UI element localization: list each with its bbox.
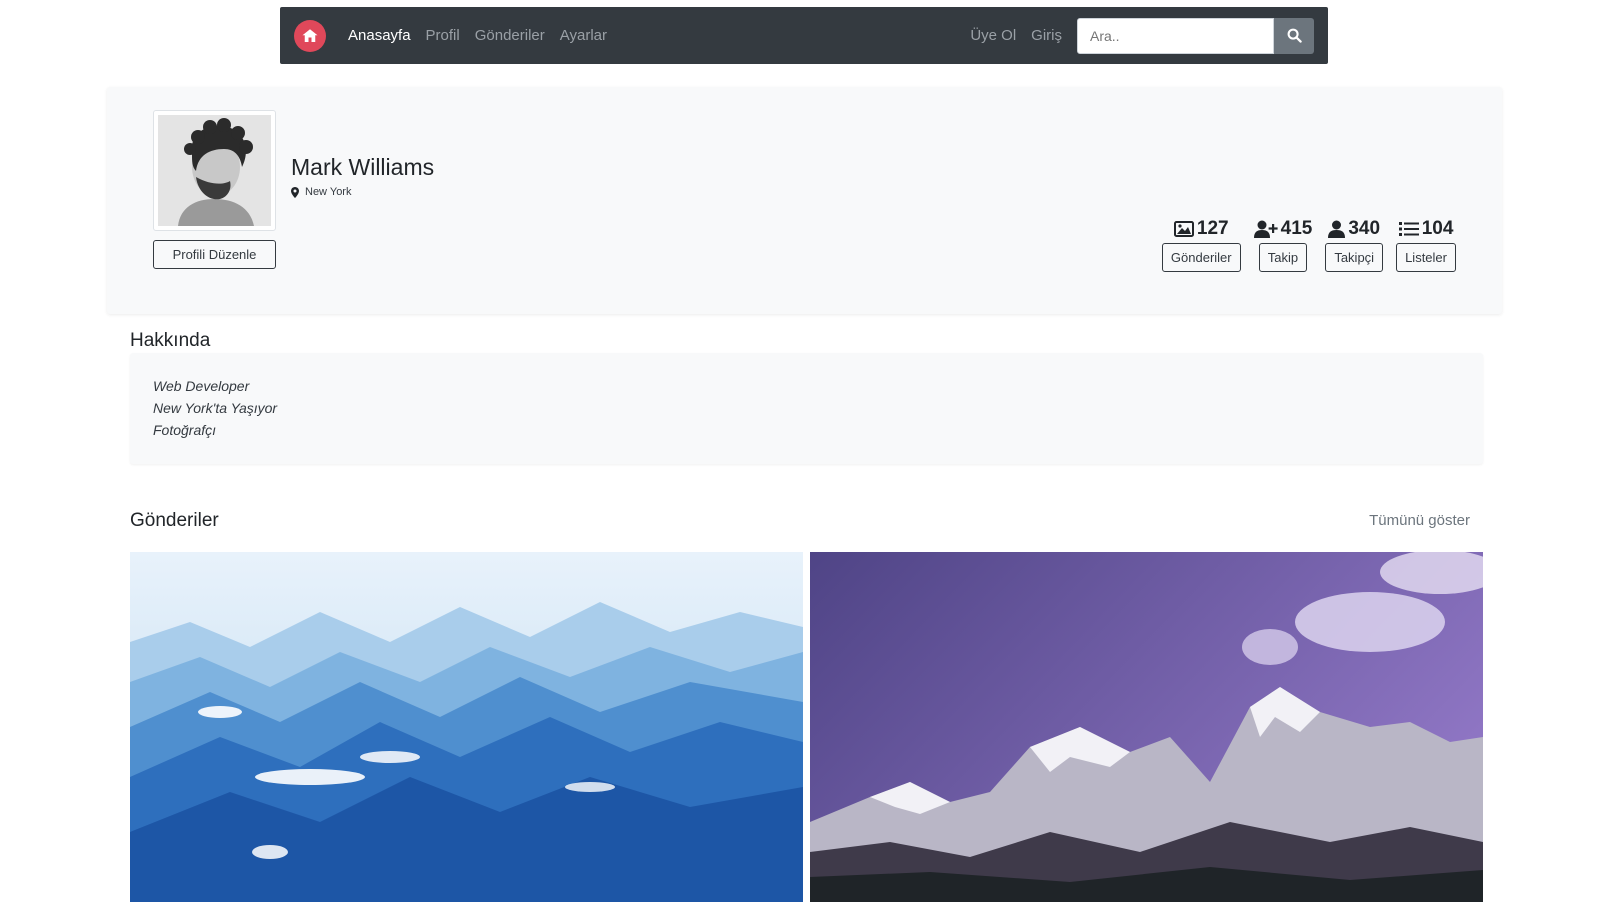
- stat-posts: 127 Gönderiler: [1161, 218, 1241, 272]
- nav-link-profile[interactable]: Profil: [426, 27, 460, 44]
- nav-link-settings[interactable]: Ayarlar: [560, 27, 607, 44]
- location-label: New York: [305, 186, 352, 198]
- profile-stats: 127 Gönderiler 415 Takip 340 Takipçi 104…: [1161, 218, 1456, 272]
- profile-location: New York: [291, 186, 351, 198]
- nav-link-posts[interactable]: Gönderiler: [475, 27, 545, 44]
- stat-followers: 340 Takipçi: [1325, 218, 1384, 272]
- stat-lists-button[interactable]: Listeler: [1396, 243, 1456, 272]
- edit-profile-button[interactable]: Profili Düzenle: [153, 240, 276, 269]
- search-icon: [1287, 28, 1302, 43]
- home-logo-icon[interactable]: [294, 19, 326, 52]
- post-image-blue-mountains[interactable]: [130, 552, 803, 902]
- top-navbar: Anasayfa Profil Gönderiler Ayarlar Üye O…: [280, 7, 1328, 64]
- search-button[interactable]: [1274, 17, 1314, 54]
- about-title: Hakkında: [130, 330, 211, 351]
- about-line: New York'ta Yaşıyor: [153, 400, 278, 416]
- nav-link-login[interactable]: Giriş: [1031, 27, 1062, 44]
- list-icon: [1398, 222, 1419, 236]
- user-plus-icon: [1253, 220, 1278, 238]
- avatar-frame: [153, 110, 276, 231]
- about-line: Fotoğrafçı: [153, 422, 217, 438]
- profile-header-card: Profili Düzenle Mark Williams New York 1…: [107, 87, 1502, 314]
- stat-following-count: 415: [1280, 218, 1313, 239]
- user-icon: [1328, 220, 1346, 238]
- profile-name: Mark Williams: [291, 154, 435, 180]
- post-image-purple-mountains[interactable]: [810, 552, 1483, 902]
- search-input[interactable]: [1077, 17, 1274, 54]
- posts-title: Gönderiler: [130, 510, 219, 531]
- stat-posts-button[interactable]: Gönderiler: [1161, 243, 1241, 272]
- stat-posts-count: 127: [1196, 218, 1229, 239]
- nav-link-register[interactable]: Üye Ol: [970, 27, 1016, 44]
- stat-followers-button[interactable]: Takipçi: [1325, 243, 1384, 272]
- map-pin-icon: [291, 186, 299, 198]
- about-line: Web Developer: [153, 378, 250, 394]
- stat-lists-count: 104: [1421, 218, 1454, 239]
- avatar: [158, 115, 271, 226]
- stat-following-button[interactable]: Takip: [1258, 243, 1308, 272]
- image-icon: [1173, 221, 1194, 237]
- nav-link-home[interactable]: Anasayfa: [348, 27, 411, 44]
- stat-following: 415 Takip: [1253, 218, 1313, 272]
- search-form: [1077, 17, 1314, 54]
- about-card: Web Developer New York'ta Yaşıyor Fotoğr…: [130, 353, 1483, 464]
- stat-followers-count: 340: [1348, 218, 1381, 239]
- show-all-link[interactable]: Tümünü göster: [1369, 512, 1470, 529]
- stat-lists: 104 Listeler: [1396, 218, 1456, 272]
